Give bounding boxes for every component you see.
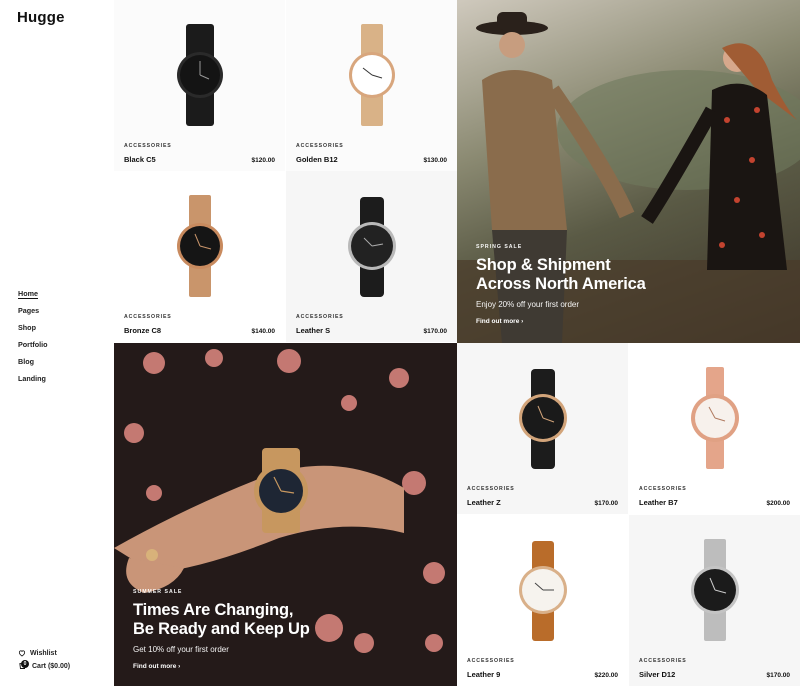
nav-item-home[interactable]: Home xyxy=(18,288,48,305)
product-category: ACCESSORIES xyxy=(124,314,172,320)
product-card-bronze-c8[interactable]: ACCESSORIES Bronze C8 $140.00 xyxy=(114,171,285,342)
main-nav: Home Pages Shop Portfolio Blog Landing xyxy=(18,288,48,390)
product-category: ACCESSORIES xyxy=(467,486,515,492)
site-logo[interactable]: Hugge xyxy=(17,9,65,26)
banner-subtitle: Get 10% off your first order xyxy=(133,644,229,654)
product-price: $130.00 xyxy=(423,157,448,164)
product-price: $220.00 xyxy=(594,672,619,679)
product-card-leather-9[interactable]: ACCESSORIES Leather 9 $220.00 xyxy=(457,515,628,686)
product-name[interactable]: Leather B7 xyxy=(639,498,678,507)
product-price: $140.00 xyxy=(251,328,276,335)
wishlist-link[interactable]: Wishlist xyxy=(18,649,57,657)
product-card-leather-z[interactable]: ACCESSORIES Leather Z $170.00 xyxy=(457,343,628,514)
spring-sale-banner[interactable]: SPRING SALE Shop & Shipment Across North … xyxy=(457,0,800,343)
cart-label: Cart ($0.00) xyxy=(32,662,71,670)
product-price: $200.00 xyxy=(766,500,791,507)
watch-image xyxy=(348,24,395,126)
nav-item-blog[interactable]: Blog xyxy=(18,356,48,373)
cart-icon: 0 xyxy=(18,660,29,671)
product-card-black-c5[interactable]: ACCESSORIES Black C5 $120.00 xyxy=(114,0,285,171)
product-price: $170.00 xyxy=(594,500,619,507)
banner-subtitle: Enjoy 20% off your first order xyxy=(476,299,580,309)
wishlist-label: Wishlist xyxy=(30,649,57,657)
product-name[interactable]: Leather 9 xyxy=(467,670,500,679)
product-name[interactable]: Bronze C8 xyxy=(124,326,161,335)
watch-image xyxy=(518,369,567,469)
nav-item-landing[interactable]: Landing xyxy=(18,373,48,390)
product-name[interactable]: Black C5 xyxy=(124,155,156,164)
product-category: ACCESSORIES xyxy=(296,143,344,149)
product-name[interactable]: Leather S xyxy=(296,326,330,335)
watch-image xyxy=(690,367,739,469)
product-category: ACCESSORIES xyxy=(296,314,344,320)
watch-image xyxy=(176,24,223,126)
product-price: $170.00 xyxy=(766,672,791,679)
product-category: ACCESSORIES xyxy=(467,658,515,664)
cart-link[interactable]: 0 Cart ($0.00) xyxy=(18,660,71,671)
product-category: ACCESSORIES xyxy=(639,658,687,664)
watch-image xyxy=(176,195,223,297)
product-category: ACCESSORIES xyxy=(639,486,687,492)
banner-title: Times Are Changing, Be Ready and Keep Up xyxy=(133,601,310,638)
nav-item-shop[interactable]: Shop xyxy=(18,322,48,339)
product-name[interactable]: Silver D12 xyxy=(639,670,675,679)
find-out-more-link[interactable]: Find out more › xyxy=(476,318,523,325)
sidebar: Hugge Home Pages Shop Portfolio Blog Lan… xyxy=(0,0,114,686)
product-price: $120.00 xyxy=(251,157,276,164)
product-name[interactable]: Leather Z xyxy=(467,498,501,507)
banner-kicker: SPRING SALE xyxy=(476,244,523,250)
product-card-golden-b12[interactable]: ACCESSORIES Golden B12 $130.00 xyxy=(286,0,457,171)
product-category: ACCESSORIES xyxy=(124,143,172,149)
heart-icon xyxy=(18,650,26,657)
product-name[interactable]: Golden B12 xyxy=(296,155,338,164)
watch-image xyxy=(690,539,739,641)
nav-item-pages[interactable]: Pages xyxy=(18,305,48,322)
product-card-leather-s[interactable]: ACCESSORIES Leather S $170.00 xyxy=(286,171,457,342)
find-out-more-link[interactable]: Find out more › xyxy=(133,663,180,670)
cart-count-badge: 0 xyxy=(21,660,29,668)
banner-kicker: SUMMER SALE xyxy=(133,589,183,595)
watch-image xyxy=(518,541,567,641)
product-card-leather-b7[interactable]: ACCESSORIES Leather B7 $200.00 xyxy=(629,343,800,514)
summer-sale-banner[interactable]: SUMMER SALE Times Are Changing, Be Ready … xyxy=(114,343,457,686)
product-price: $170.00 xyxy=(423,328,448,335)
banner-title: Shop & Shipment Across North America xyxy=(476,256,646,293)
product-card-silver-d12[interactable]: ACCESSORIES Silver D12 $170.00 xyxy=(629,515,800,686)
watch-image xyxy=(347,197,396,297)
nav-item-portfolio[interactable]: Portfolio xyxy=(18,339,48,356)
